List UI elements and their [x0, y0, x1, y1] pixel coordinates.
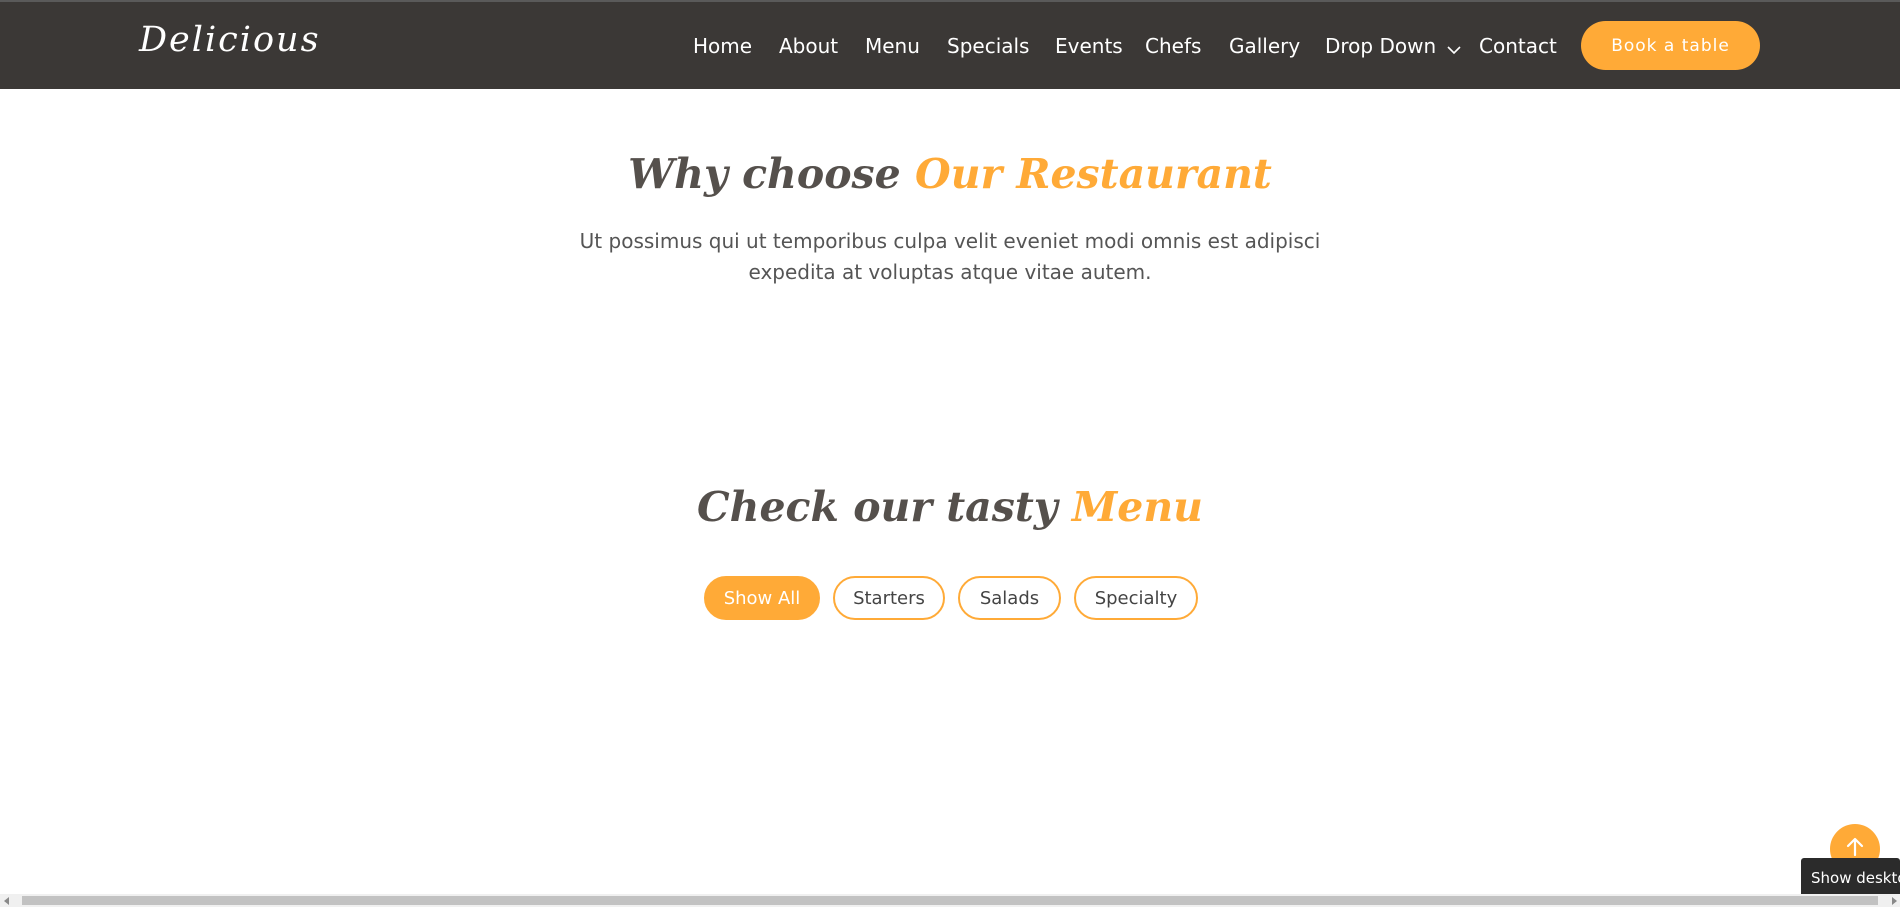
chevron-down-icon [1446, 34, 1461, 62]
menu-title-accent: Menu [1071, 483, 1203, 531]
why-title-main: Why choose [628, 150, 915, 198]
nav-contact[interactable]: Contact [1479, 32, 1557, 60]
nav-chefs[interactable]: Chefs [1145, 32, 1201, 60]
book-table-button[interactable]: Book a table [1581, 21, 1760, 70]
why-title-accent: Our Restaurant [915, 150, 1272, 198]
scrollbar-thumb[interactable] [22, 896, 1878, 905]
why-description: Ut possimus qui ut temporibus culpa veli… [0, 226, 1900, 288]
scroll-right-arrow-icon[interactable] [1887, 894, 1900, 907]
nav-menu[interactable]: Menu [865, 32, 920, 60]
why-description-line-2: expedita at voluptas atque vitae autem. [748, 260, 1152, 284]
nav-dropdown[interactable]: Drop Down [1325, 32, 1461, 62]
nav-dropdown-label: Drop Down [1325, 34, 1437, 58]
filter-specialty[interactable]: Specialty [1074, 576, 1198, 620]
nav-specials[interactable]: Specials [947, 32, 1029, 60]
menu-section-title: Check our tasty Menu [0, 483, 1900, 531]
why-description-line-1: Ut possimus qui ut temporibus culpa veli… [579, 229, 1321, 253]
nav-events[interactable]: Events [1055, 32, 1123, 60]
site-logo[interactable]: Delicious [139, 20, 321, 60]
menu-title-main: Check our tasty [697, 483, 1072, 531]
nav-about[interactable]: About [779, 32, 838, 60]
site-header: Delicious Home About Menu Specials Event… [0, 2, 1900, 89]
filter-show-all[interactable]: Show All [704, 576, 820, 620]
filter-starters[interactable]: Starters [833, 576, 945, 620]
scroll-left-arrow-icon[interactable] [0, 894, 13, 907]
nav-gallery[interactable]: Gallery [1229, 32, 1300, 60]
horizontal-scrollbar[interactable] [0, 894, 1900, 907]
nav-home[interactable]: Home [693, 32, 752, 60]
filter-salads[interactable]: Salads [958, 576, 1061, 620]
show-desktop-tooltip: Show desktop [1801, 858, 1900, 898]
why-section-title: Why choose Our Restaurant [0, 150, 1900, 198]
